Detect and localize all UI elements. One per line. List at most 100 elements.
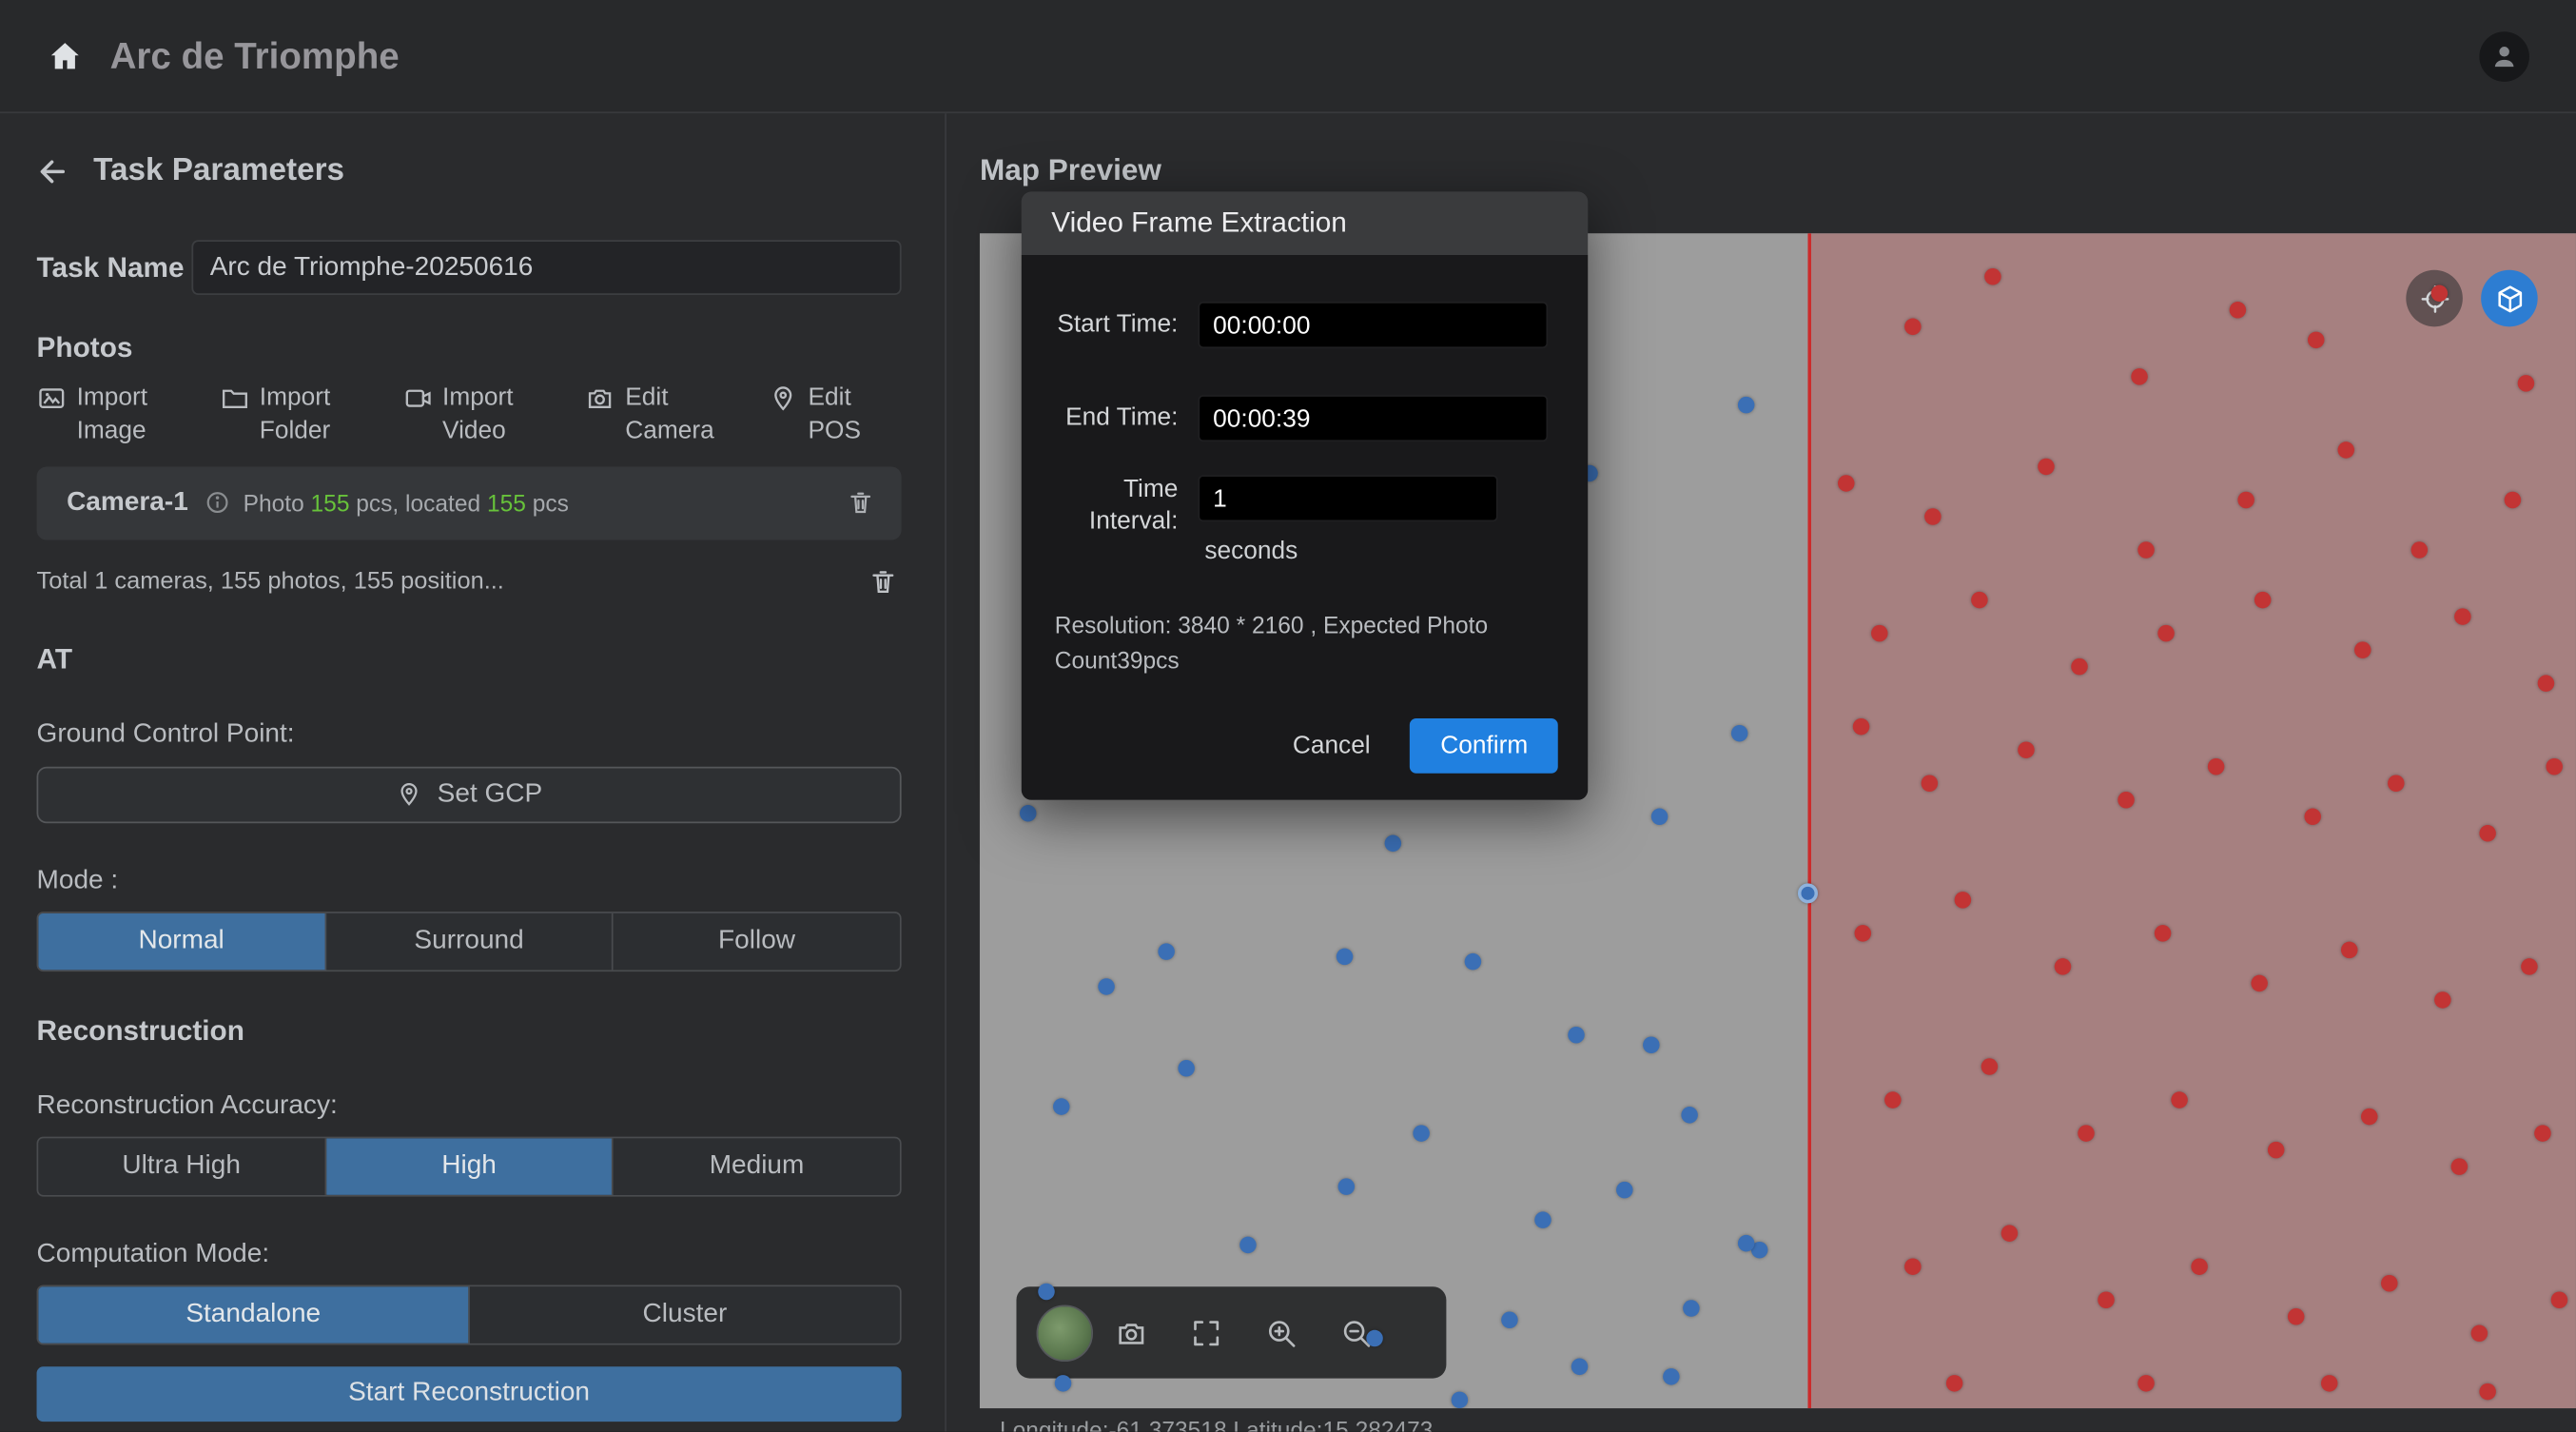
map-point-red: [1981, 1058, 1999, 1075]
accuracy-option-medium[interactable]: Medium: [614, 1137, 900, 1194]
import-video-button[interactable]: Import Video: [402, 379, 536, 453]
map-point-blue: [1571, 1359, 1589, 1376]
accuracy-option-ultra-high[interactable]: Ultra High: [38, 1137, 325, 1194]
delete-camera-button[interactable]: [843, 485, 878, 520]
edit-pos-button[interactable]: Edit POS: [768, 379, 901, 453]
start-time-row: Start Time:: [1051, 302, 1557, 348]
task-name-row: Task Name: [37, 240, 902, 295]
fullscreen-icon: [1189, 1316, 1222, 1349]
photo-actions: Import Image Import Folder Import Video …: [37, 379, 902, 453]
snapshot-button[interactable]: [1093, 1299, 1168, 1365]
map-point-blue: [1731, 725, 1748, 742]
task-name-label: Task Name: [37, 251, 192, 284]
computation-option-standalone[interactable]: Standalone: [38, 1285, 470, 1343]
confirm-button[interactable]: Confirm: [1411, 718, 1558, 774]
zoom-in-button[interactable]: [1243, 1299, 1318, 1365]
map-point-blue: [1053, 1098, 1070, 1115]
start-time-input[interactable]: [1198, 302, 1548, 348]
time-interval-label: Time Interval:: [1051, 475, 1178, 538]
camera-icon: [1114, 1316, 1147, 1349]
map-point-red: [2171, 1091, 2188, 1108]
map-point-blue: [1738, 1235, 1755, 1252]
reconstruction-heading: Reconstruction: [37, 1014, 902, 1048]
mode-option-normal[interactable]: Normal: [38, 912, 325, 970]
map-point-red: [2098, 1291, 2115, 1308]
pin-icon: [768, 383, 798, 414]
map-point-red: [1955, 892, 1972, 909]
start-reconstruction-button[interactable]: Start Reconstruction: [37, 1365, 902, 1421]
panel-header: Task Parameters: [37, 153, 902, 190]
map-point-red: [2055, 958, 2072, 975]
time-interval-input[interactable]: [1198, 475, 1497, 521]
cancel-button[interactable]: Cancel: [1269, 718, 1394, 774]
set-gcp-button[interactable]: Set GCP: [37, 766, 902, 823]
zoom-out-button[interactable]: [1318, 1299, 1394, 1365]
start-time-label: Start Time:: [1051, 309, 1178, 341]
task-name-input[interactable]: [191, 240, 901, 295]
map-point-red: [1884, 1091, 1902, 1108]
panel-title: Task Parameters: [93, 153, 344, 190]
map-coordinates: Longitude:-61.373518 Latitude:15.282473: [1000, 1417, 1433, 1432]
map-toolbar: [1016, 1286, 1446, 1378]
mode-option-surround[interactable]: Surround: [326, 912, 614, 970]
mode-selector: Normal Surround Follow: [37, 911, 902, 971]
map-point-red: [2237, 492, 2254, 509]
view-3d-button[interactable]: [2481, 270, 2538, 327]
map-point-blue: [1663, 1368, 1680, 1385]
map-point-blue: [1738, 397, 1755, 414]
mode-option-follow[interactable]: Follow: [614, 912, 900, 970]
user-avatar[interactable]: [2479, 30, 2529, 81]
trash-icon: [868, 566, 899, 597]
map-point-red: [2337, 441, 2354, 459]
camera-name: Camera-1: [67, 487, 188, 518]
map-point-red: [1855, 925, 1872, 942]
map-point-red: [2071, 658, 2088, 676]
map-point-red: [2521, 958, 2538, 975]
map-point-red: [2038, 459, 2055, 476]
map-point-blue: [1501, 1312, 1518, 1329]
map-point-red: [2288, 1308, 2305, 1325]
zoom-in-icon: [1264, 1316, 1298, 1349]
map-point-blue: [1651, 809, 1669, 826]
map-point-blue: [1681, 1107, 1698, 1124]
map-point-blue: [1366, 1330, 1383, 1347]
accuracy-option-high[interactable]: High: [326, 1137, 614, 1194]
map-point-red: [2131, 368, 2148, 385]
edit-camera-button[interactable]: Edit Camera: [585, 379, 718, 453]
camera-list-item: Camera-1 Photo 155 pcs, located 155 pcs: [37, 466, 902, 539]
basemap-thumbnail-button[interactable]: [1036, 1304, 1093, 1362]
import-folder-button[interactable]: Import Folder: [220, 379, 353, 453]
end-time-row: End Time:: [1051, 395, 1557, 441]
map-point-red: [1853, 718, 1870, 736]
fit-extent-button[interactable]: [1168, 1299, 1243, 1365]
map-point-red: [2117, 792, 2135, 809]
map-point-red: [2471, 1325, 2488, 1343]
import-image-button[interactable]: Import Image: [37, 379, 170, 453]
map-point-blue: [1239, 1237, 1257, 1254]
map-point-red: [2546, 758, 2563, 775]
at-heading: AT: [37, 642, 902, 676]
map-point-red: [2454, 608, 2471, 625]
map-point-red: [1838, 475, 1855, 492]
map-point-red: [2321, 1375, 2338, 1392]
delete-all-button[interactable]: [865, 562, 902, 599]
map-point-red: [2157, 625, 2175, 642]
back-button[interactable]: [37, 155, 70, 188]
map-point-red: [2479, 825, 2496, 842]
map-point-blue: [1385, 835, 1402, 853]
home-button[interactable]: [47, 37, 84, 74]
computation-option-cluster[interactable]: Cluster: [470, 1285, 900, 1343]
folder-icon: [220, 383, 250, 414]
video-frame-extraction-dialog: Video Frame Extraction Start Time: End T…: [1022, 191, 1589, 799]
end-time-input[interactable]: [1198, 395, 1548, 441]
map-point-red: [2341, 942, 2358, 959]
map-point-red: [2518, 375, 2535, 392]
map-point-red: [2078, 1125, 2095, 1142]
map-point-red: [2434, 991, 2451, 1009]
camera-icon: [585, 383, 615, 414]
map-junction-point: [1798, 883, 1818, 903]
map-point-blue: [1568, 1027, 1585, 1044]
map-point-red: [2155, 925, 2172, 942]
map-point-red: [2411, 541, 2429, 559]
photo-count: 155: [311, 489, 350, 516]
